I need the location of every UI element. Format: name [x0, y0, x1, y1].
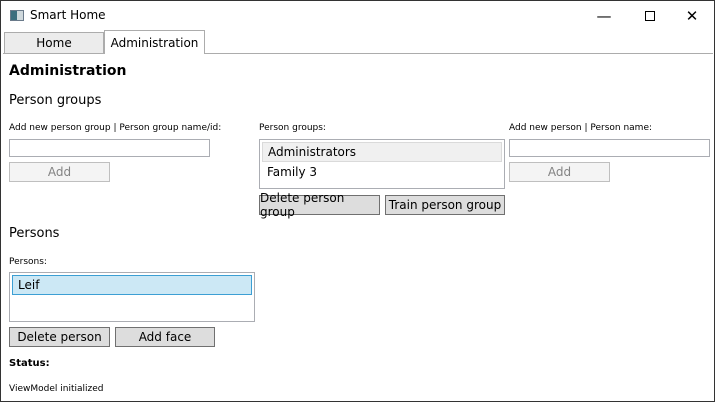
status-label: Status:	[9, 358, 50, 369]
close-icon: ✕	[685, 7, 699, 25]
add-group-button[interactable]: Add	[9, 162, 110, 182]
persons-heading: Persons	[9, 226, 60, 241]
add-group-label: Add new person group | Person group name…	[9, 123, 222, 133]
tab-administration[interactable]: Administration	[104, 30, 205, 54]
add-face-button[interactable]: Add face	[115, 327, 215, 347]
minimize-button[interactable]: —	[581, 1, 627, 31]
persons-list-label: Persons:	[9, 257, 47, 267]
person-name-input[interactable]	[509, 139, 710, 157]
persons-list[interactable]: Leif	[9, 272, 255, 322]
add-person-label: Add new person | Person name:	[509, 123, 653, 133]
app-icon	[10, 10, 24, 21]
train-person-group-button[interactable]: Train person group	[385, 195, 505, 215]
list-item[interactable]: Family 3	[262, 162, 502, 182]
maximize-icon	[645, 11, 655, 21]
person-groups-heading: Person groups	[9, 93, 102, 108]
delete-person-button[interactable]: Delete person	[9, 327, 110, 347]
window-title: Smart Home	[30, 8, 106, 22]
person-groups-list[interactable]: Administrators Family 3	[259, 139, 505, 189]
maximize-button[interactable]	[627, 1, 673, 31]
list-item[interactable]: Administrators	[262, 142, 502, 162]
delete-person-group-button[interactable]: Delete person group	[259, 191, 380, 219]
list-item[interactable]: Leif	[12, 275, 252, 295]
app-window: Smart Home — ✕ Home Administration Admin…	[0, 0, 715, 402]
administration-panel	[3, 53, 713, 401]
status-message: ViewModel initialized	[9, 384, 104, 394]
minimize-icon: —	[596, 7, 612, 25]
person-groups-list-label: Person groups:	[259, 123, 326, 133]
add-person-button[interactable]: Add	[509, 162, 610, 182]
group-name-input[interactable]	[9, 139, 210, 157]
close-button[interactable]: ✕	[669, 1, 715, 31]
tab-home[interactable]: Home	[4, 32, 104, 54]
page-title: Administration	[9, 63, 127, 79]
